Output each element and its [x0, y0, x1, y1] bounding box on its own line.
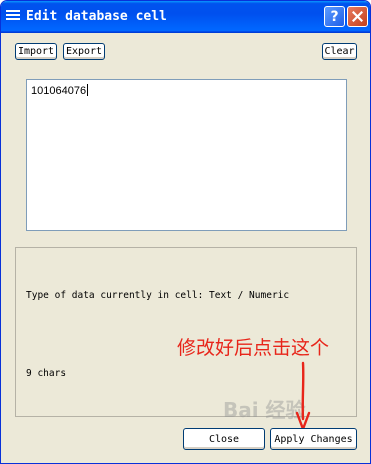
system-menu-icon[interactable] [6, 10, 20, 22]
close-button[interactable]: Close [183, 428, 265, 450]
cell-value: 101064076 [31, 85, 87, 97]
edit-cell-dialog: Edit database cell ? Import Export Clear… [0, 0, 371, 464]
char-count-label: 9 chars [26, 368, 67, 379]
window-title: Edit database cell [26, 9, 167, 24]
data-type-label: Type of data currently in cell: Text / N… [26, 290, 290, 301]
help-icon: ? [330, 8, 339, 25]
import-button[interactable]: Import [15, 43, 57, 60]
annotation-text: 修改好后点击这个 [177, 337, 330, 359]
apply-changes-button[interactable]: Apply Changes [270, 428, 357, 450]
title-bar[interactable]: Edit database cell ? [1, 1, 370, 33]
cell-value-editor[interactable]: 101064076 [26, 79, 347, 231]
annotation-arrow-icon [295, 361, 311, 431]
text-caret [87, 84, 89, 96]
close-icon [352, 11, 363, 22]
help-button[interactable]: ? [324, 6, 345, 27]
export-button[interactable]: Export [63, 43, 105, 60]
cell-value-text: 101064076 [31, 84, 89, 97]
clear-button[interactable]: Clear [322, 43, 357, 60]
close-window-button[interactable] [347, 6, 368, 27]
